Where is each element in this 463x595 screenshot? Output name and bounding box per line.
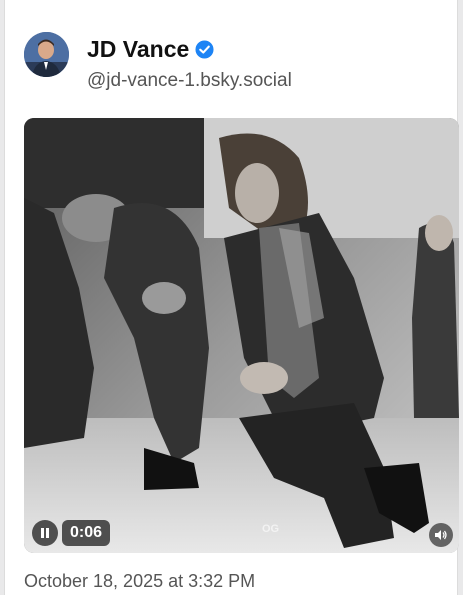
pause-button[interactable] <box>32 520 58 546</box>
avatar[interactable] <box>24 32 69 77</box>
volume-button[interactable] <box>429 523 453 547</box>
video-frame <box>24 118 459 553</box>
author-row: JD Vance <box>87 34 214 64</box>
verified-check-icon <box>195 39 214 59</box>
pause-icon <box>41 528 49 538</box>
author-name[interactable]: JD Vance <box>87 36 189 63</box>
video-timecode: 0:06 <box>62 520 111 546</box>
avatar-image <box>24 32 69 77</box>
speaker-icon <box>435 530 447 540</box>
author-handle[interactable]: @jd-vance-1.bsky.social <box>87 70 292 92</box>
video-watermark: OG <box>262 523 280 535</box>
post-card[interactable]: JD Vance @jd-vance-1.bsky.social OG 0:06… <box>4 0 459 595</box>
video-player[interactable]: OG 0:06 <box>24 118 459 553</box>
post-timestamp: October 18, 2025 at 3:32 PM <box>24 571 256 591</box>
